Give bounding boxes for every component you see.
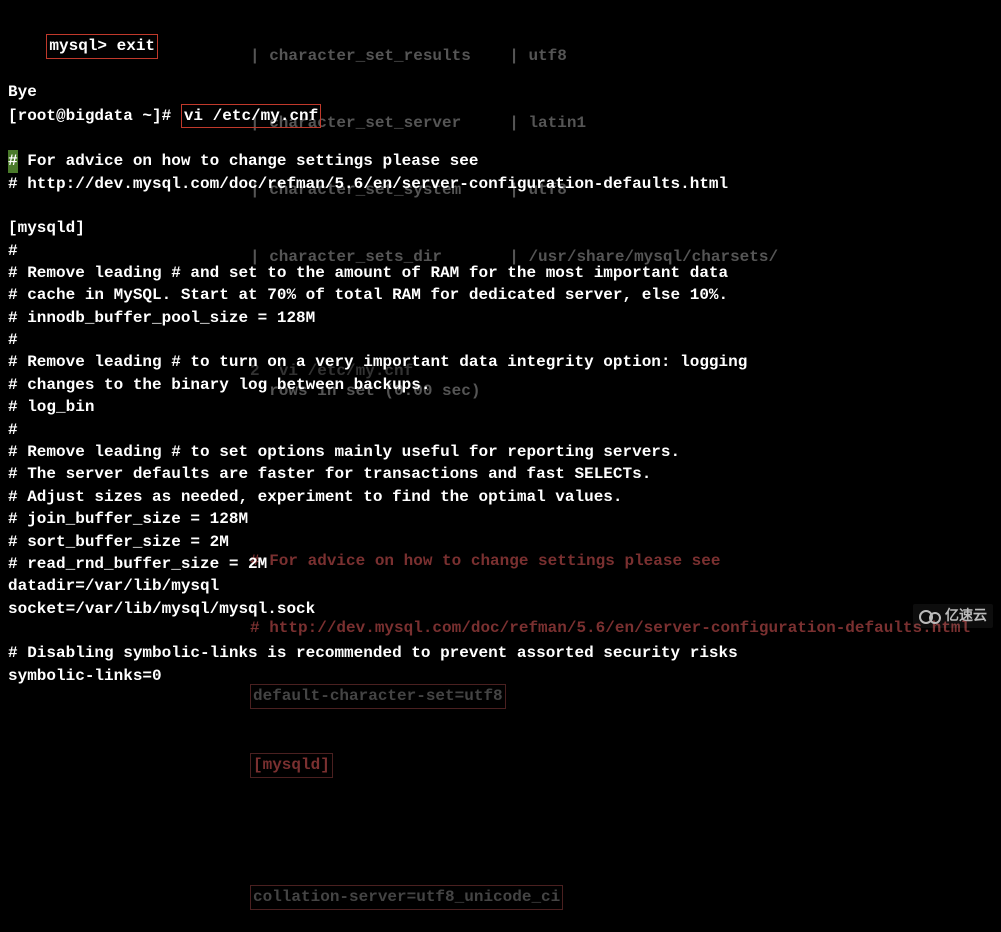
terminal-line: # changes to the binary log between back… [8, 374, 993, 396]
terminal-line: # For advice on how to change settings p… [8, 150, 993, 172]
watermark: 亿速云 [913, 604, 993, 628]
ghost-box-line: [mysqld] [250, 753, 333, 777]
terminal-line: # Remove leading # to set options mainly… [8, 441, 993, 463]
terminal-line: [root@bigdata ~]# vi /etc/my.cnf [8, 104, 993, 128]
mysql-prompt: mysql> [49, 37, 107, 55]
terminal-line: # cache in MySQL. Start at 70% of total … [8, 284, 993, 306]
terminal-line: # Remove leading # and set to the amount… [8, 262, 993, 284]
terminal-line: # log_bin [8, 396, 993, 418]
terminal-line: [mysqld] [8, 217, 993, 239]
terminal-line [8, 195, 993, 217]
terminal-line: # read_rnd_buffer_size = 2M [8, 553, 993, 575]
root-prompt: [root@bigdata ~]# [8, 107, 181, 125]
terminal-window[interactable]: mysql> exit Bye [root@bigdata ~]# vi /et… [0, 0, 1001, 699]
terminal-line: # [8, 329, 993, 351]
cursor-highlight: # [8, 150, 18, 172]
terminal-line: # sort_buffer_size = 2M [8, 531, 993, 553]
cloud-icon [919, 609, 941, 623]
terminal-line: # [8, 240, 993, 262]
file-text: For advice on how to change settings ple… [18, 152, 479, 170]
terminal-line: # http://dev.mysql.com/doc/refman/5.6/en… [8, 173, 993, 195]
exit-cmd: exit [107, 37, 155, 55]
terminal-line: socket=/var/lib/mysql/mysql.sock [8, 598, 993, 620]
terminal-line: mysql> exit [8, 12, 993, 81]
terminal-line: # The server defaults are faster for tra… [8, 463, 993, 485]
terminal-line: # [8, 419, 993, 441]
terminal-line: Bye [8, 81, 993, 103]
vi-cmd-box: vi /etc/my.cnf [181, 104, 321, 128]
terminal-line: # innodb_buffer_pool_size = 128M [8, 307, 993, 329]
terminal-line: # join_buffer_size = 128M [8, 508, 993, 530]
terminal-line: symbolic-links=0 [8, 665, 993, 687]
terminal-line [8, 128, 993, 150]
terminal-line: # Remove leading # to turn on a very imp… [8, 351, 993, 373]
terminal-line: # Adjust sizes as needed, experiment to … [8, 486, 993, 508]
ghost-box-line: collation-server=utf8_unicode_ci [250, 885, 563, 909]
terminal-line: datadir=/var/lib/mysql [8, 575, 993, 597]
mysql-exit-box: mysql> exit [46, 34, 158, 58]
terminal-line [8, 620, 993, 642]
watermark-text: 亿速云 [945, 606, 987, 626]
terminal-line: # Disabling symbolic-links is recommende… [8, 642, 993, 664]
